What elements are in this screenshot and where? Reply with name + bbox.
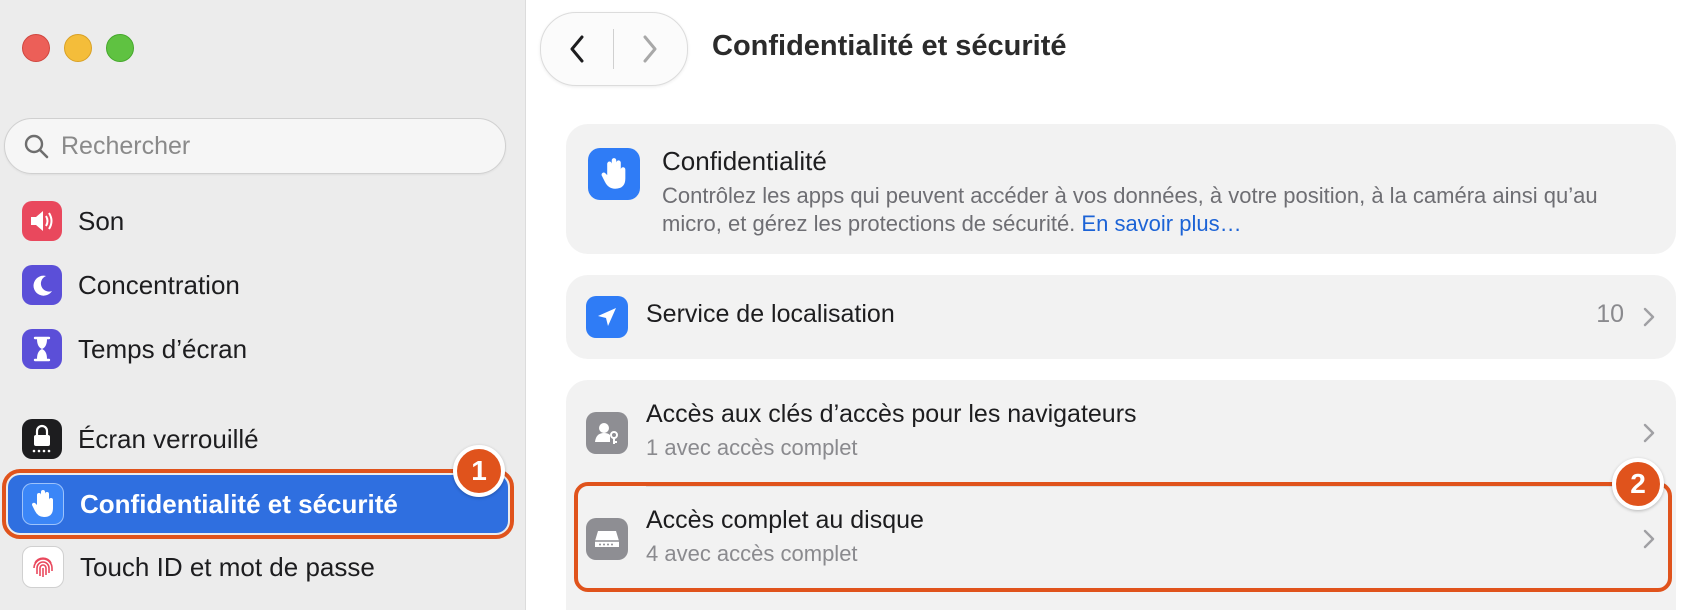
sidebar-item-ecran-verrouille[interactable]: Écran verrouillé — [8, 410, 508, 468]
window-controls — [22, 34, 134, 62]
search-placeholder: Rechercher — [61, 131, 191, 160]
access-card: Accès aux clés d’accès pour les navigate… — [566, 380, 1676, 610]
passkeys-access-label: Accès aux clés d’accès pour les navigate… — [646, 400, 1137, 428]
back-button[interactable] — [541, 13, 613, 85]
speaker-icon — [22, 201, 62, 241]
location-services-row[interactable]: Service de localisation 10 — [566, 275, 1676, 359]
chevron-left-icon — [570, 35, 584, 63]
sidebar-item-concentration[interactable]: Concentration — [8, 256, 508, 314]
page-title: Confidentialité et sécurité — [712, 30, 1067, 62]
forward-button[interactable] — [614, 13, 686, 85]
person-key-icon — [586, 412, 628, 454]
chevron-right-icon — [1643, 423, 1655, 443]
navigation-buttons — [540, 12, 688, 86]
annotation-highlight-box — [574, 482, 1672, 592]
sidebar-item-son[interactable]: Son — [8, 192, 508, 250]
passkeys-access-sub: 1 avec accès complet — [646, 435, 858, 460]
sidebar-item-temps-ecran[interactable]: Temps d’écran — [8, 320, 508, 378]
sidebar-item-label: Touch ID et mot de passe — [80, 551, 375, 582]
sidebar-item-label: Son — [78, 205, 125, 236]
privacy-intro-title: Confidentialité — [662, 146, 827, 176]
search-icon — [24, 134, 49, 159]
hand-icon — [22, 483, 64, 525]
chevron-right-icon — [643, 35, 657, 63]
location-services-count: 10 — [1596, 300, 1624, 328]
passkeys-access-row[interactable]: Accès aux clés d’accès pour les navigate… — [566, 380, 1676, 486]
fingerprint-icon — [22, 546, 64, 588]
zoom-window-button[interactable] — [106, 34, 134, 62]
chevron-right-icon — [1643, 307, 1655, 327]
lock-icon — [22, 419, 62, 459]
location-services-card[interactable]: Service de localisation 10 — [566, 275, 1676, 359]
location-arrow-icon — [586, 296, 628, 338]
privacy-intro-description: Contrôlez les apps qui peuvent accéder à… — [662, 182, 1622, 238]
sidebar-item-label: Confidentialité et sécurité — [80, 488, 398, 519]
learn-more-link[interactable]: En savoir plus… — [1081, 211, 1241, 236]
hourglass-icon — [22, 329, 62, 369]
sidebar-item-label: Écran verrouillé — [78, 423, 259, 454]
moon-icon — [22, 265, 62, 305]
main-content: Confidentialité et sécurité Confidential… — [526, 0, 1700, 610]
minimize-window-button[interactable] — [64, 34, 92, 62]
location-services-label: Service de localisation — [646, 300, 895, 328]
sidebar-item-touch-id[interactable]: Touch ID et mot de passe — [8, 538, 508, 596]
sidebar-item-confidentialite[interactable]: Confidentialité et sécurité — [2, 469, 514, 539]
sidebar: Rechercher Son Concentration Temps d’écr… — [0, 0, 526, 610]
annotation-badge-1: 1 — [453, 445, 505, 497]
close-window-button[interactable] — [22, 34, 50, 62]
sidebar-item-label: Temps d’écran — [78, 333, 248, 364]
annotation-badge-2: 2 — [1612, 458, 1664, 510]
search-field[interactable]: Rechercher — [4, 118, 506, 174]
privacy-intro-card: Confidentialité Contrôlez les apps qui p… — [566, 124, 1676, 254]
sidebar-item-label: Concentration — [78, 269, 240, 300]
hand-icon — [588, 148, 640, 200]
